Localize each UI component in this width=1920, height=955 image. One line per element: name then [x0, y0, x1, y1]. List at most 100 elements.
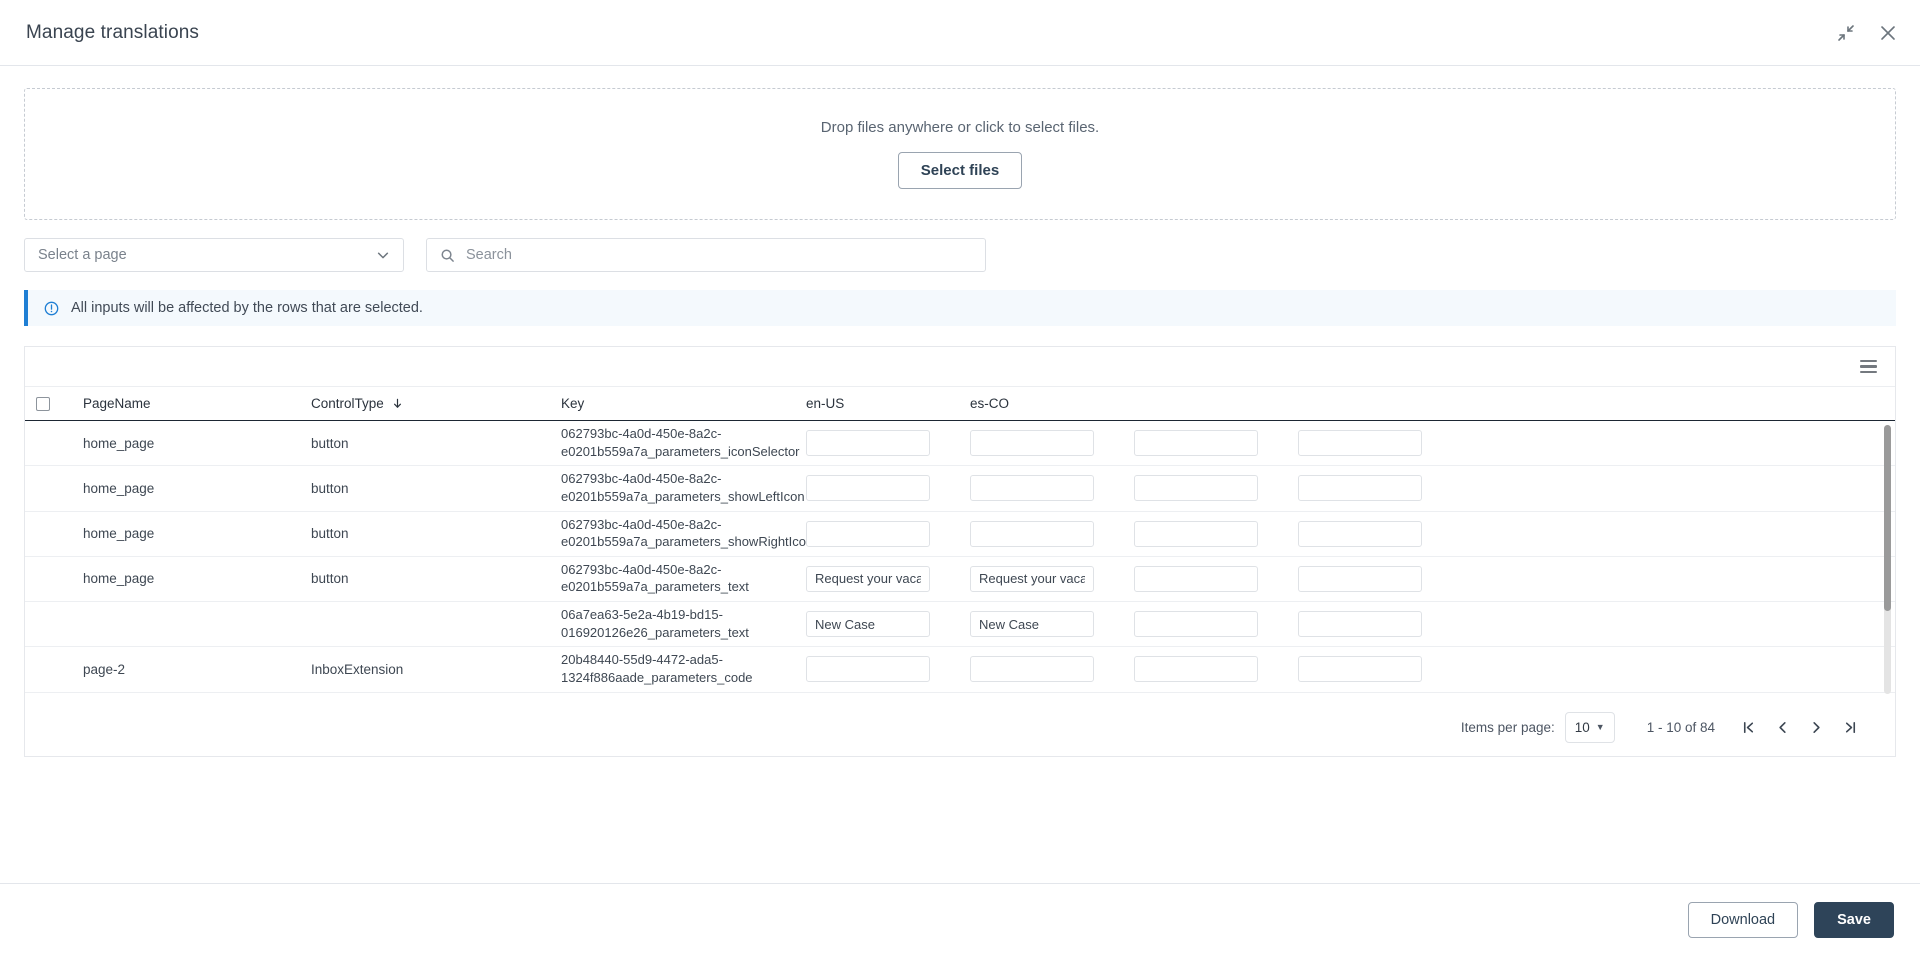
cell-input-es-co[interactable] [970, 475, 1094, 502]
filter-row: Select a page [24, 238, 1896, 272]
table-row[interactable]: 06a7ea63-5e2a-4b19-bd15- 016920126e26_par… [25, 602, 1895, 648]
cell-input-es-co[interactable] [970, 520, 1094, 547]
cell-input-en-us[interactable] [806, 611, 930, 638]
cell-input-extra-2-cell [1298, 611, 1462, 638]
column-header-es-co[interactable]: es-CO [970, 396, 1134, 411]
page-title: Manage translations [26, 21, 200, 43]
column-header-controltype-label: ControlType [311, 396, 384, 411]
cell-key-line: 062793bc-4a0d-450e-8a2c- [561, 426, 722, 441]
column-header-pagename[interactable]: PageName [61, 396, 311, 411]
cell-input-extra-2[interactable] [1298, 430, 1422, 457]
chevron-down-icon [377, 252, 389, 259]
table-vertical-scrollbar[interactable] [1884, 425, 1891, 694]
column-header-key-label: Key [561, 396, 585, 411]
pagination-range: 1 - 10 of 84 [1646, 719, 1715, 735]
info-banner-message: All inputs will be affected by the rows … [71, 300, 423, 316]
cell-input-extra-2-cell [1298, 656, 1462, 683]
table-row[interactable]: page-2InboxExtension20b48440-55d9-4472-a… [25, 693, 1895, 699]
cell-input-en-us-cell [806, 611, 970, 638]
table-row[interactable]: home_page button 062793bc-4a0d-450e-8a2c-e… [25, 466, 1895, 512]
save-button[interactable]: Save [1814, 901, 1894, 938]
table-toolbar [25, 347, 1895, 387]
cell-input-en-us[interactable] [806, 475, 930, 502]
table-body-scroll-area: home_page button 062793bc-4a0d-450e-8a2c-e… [25, 421, 1895, 698]
cell-input-extra-2-cell [1298, 430, 1462, 457]
select-files-button[interactable]: Select files [897, 152, 1023, 189]
cell-input-es-co-cell [970, 611, 1134, 638]
dialog-footer: Download Save [0, 883, 1920, 955]
select-all-cell [25, 396, 61, 411]
cell-key-line: 20b48440-55d9-4472-ada5- [561, 652, 723, 668]
cell-key: 062793bc-4a0d-450e-8a2c-e0201b559a7a_par… [561, 517, 813, 551]
items-per-page-value: 10 [1574, 719, 1590, 735]
cell-input-extra-2-cell [1298, 565, 1462, 592]
cell-input-extra-2[interactable] [1298, 475, 1422, 502]
dropzone-instruction: Drop files anywhere or click to select f… [820, 119, 1100, 136]
cell-input-es-co-cell [970, 430, 1134, 457]
cell-input-extra-1[interactable] [1134, 611, 1258, 638]
close-icon[interactable] [1878, 23, 1898, 43]
table-row[interactable]: home_page button 062793bc-4a0d-450e-8a2c-e… [25, 512, 1895, 557]
cell-pagename: home_page [83, 526, 155, 542]
cell-input-es-co[interactable] [970, 565, 1094, 592]
select-all-checkbox[interactable] [36, 396, 50, 411]
column-header-en-us-label: en-US [806, 396, 845, 411]
last-page-icon [1845, 721, 1855, 733]
cell-input-en-us-cell [806, 656, 970, 683]
cell-input-en-us-cell [806, 430, 970, 457]
cell-key-line: 1324f886aade_parameters_code [561, 669, 753, 685]
table-row[interactable]: home_page button 062793bc-4a0d-450e-8a2c-e… [25, 557, 1895, 602]
cell-input-en-us[interactable] [806, 656, 930, 683]
cell-input-extra-2[interactable] [1298, 565, 1422, 592]
column-header-en-us[interactable]: en-US [806, 396, 970, 411]
translations-table: PageName ControlType Key en-US es-CO hom… [24, 346, 1896, 757]
cell-key: 06a7ea63-5e2a-4b19-bd15- 016920126e26_par… [561, 607, 806, 641]
cell-input-extra-1[interactable] [1134, 565, 1258, 592]
search-box[interactable] [426, 238, 986, 272]
table-row[interactable]: home_page button 062793bc-4a0d-450e-8a2c-e… [25, 421, 1895, 467]
table-body: home_page button 062793bc-4a0d-450e-8a2c-e… [25, 421, 1895, 698]
cell-key-line: e0201b559a7a_parameters_text [561, 579, 749, 595]
cell-input-es-co[interactable] [970, 611, 1094, 638]
first-page-button[interactable] [1731, 711, 1765, 743]
titlebar-actions [1836, 23, 1898, 43]
column-header-key[interactable]: Key [561, 396, 806, 411]
file-dropzone[interactable]: Drop files anywhere or click to select f… [24, 88, 1896, 220]
window-titlebar: Manage translations [0, 0, 1920, 66]
hamburger-menu-icon[interactable] [1860, 359, 1877, 374]
cell-input-extra-1[interactable] [1134, 430, 1258, 457]
cell-input-es-co-cell [970, 656, 1134, 683]
cell-input-en-us-cell [806, 520, 970, 547]
cell-input-en-us[interactable] [806, 430, 930, 457]
cell-input-en-us[interactable] [806, 520, 930, 547]
next-page-icon [1812, 721, 1820, 733]
table-row[interactable]: page-2InboxExtension20b48440-55d9-4472-a… [25, 647, 1895, 693]
cell-input-extra-1-cell [1134, 565, 1298, 592]
search-input[interactable] [466, 247, 972, 263]
cell-key-line: e0201b559a7a_parameters_showLeftIcon [561, 488, 805, 504]
cell-input-en-us-cell [806, 475, 970, 502]
cell-input-extra-1[interactable] [1134, 475, 1258, 502]
cell-input-es-co-cell [970, 520, 1134, 547]
cell-input-extra-1-cell [1134, 611, 1298, 638]
cell-key: 062793bc-4a0d-450e-8a2c-e0201b559a7a_par… [561, 426, 806, 460]
previous-page-button[interactable] [1765, 711, 1799, 743]
column-header-controltype[interactable]: ControlType [311, 396, 561, 411]
cell-input-es-co[interactable] [970, 430, 1094, 457]
collapse-arrows-icon[interactable] [1836, 23, 1856, 43]
cell-input-en-us[interactable] [806, 565, 930, 592]
download-button[interactable]: Download [1687, 901, 1799, 938]
cell-input-extra-2[interactable] [1298, 656, 1422, 683]
table-scrollbar-thumb[interactable] [1884, 425, 1891, 611]
next-page-button[interactable] [1799, 711, 1833, 743]
cell-input-extra-2[interactable] [1298, 611, 1422, 638]
items-per-page-select[interactable]: 10 ▼ [1564, 711, 1615, 743]
last-page-button[interactable] [1833, 711, 1867, 743]
cell-controltype: InboxExtension [311, 661, 404, 677]
cell-input-extra-1[interactable] [1134, 656, 1258, 683]
cell-key-line: 062793bc-4a0d-450e-8a2c- [561, 561, 722, 577]
page-select-dropdown[interactable]: Select a page [24, 238, 404, 272]
cell-input-es-co[interactable] [970, 656, 1094, 683]
cell-input-extra-1[interactable] [1134, 520, 1258, 547]
cell-input-extra-2[interactable] [1298, 520, 1422, 547]
